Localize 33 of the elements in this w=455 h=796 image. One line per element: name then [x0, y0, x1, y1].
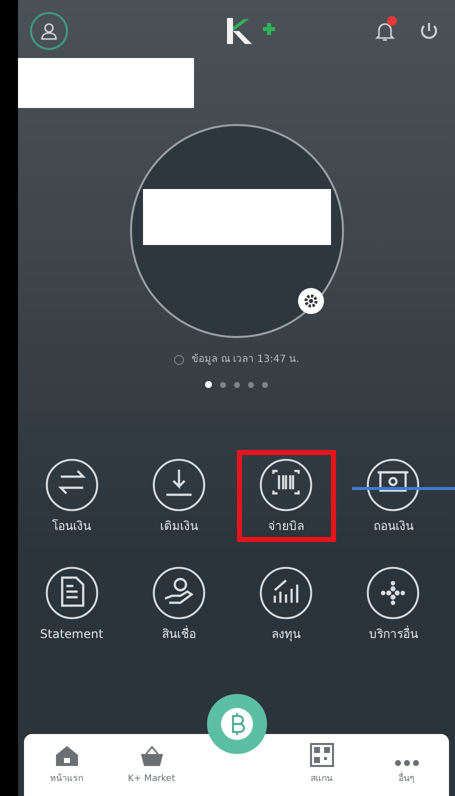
baht-icon [220, 707, 254, 741]
loan-icon [150, 565, 207, 621]
settings-button[interactable] [298, 288, 324, 314]
service-button[interactable]: ลงทุน [236, 558, 336, 650]
timestamp: ข้อมูล ณ เวลา 13:47 น. [192, 352, 300, 367]
nav-tab[interactable]: อื่นๆ [376, 758, 436, 786]
topup-icon [150, 457, 207, 513]
more-icon [365, 565, 422, 621]
settings-icon [302, 293, 318, 309]
basket-icon [138, 744, 164, 766]
service-button[interactable]: สินเชื่อ [129, 558, 228, 650]
service-button[interactable]: โอนเงิน [22, 450, 122, 542]
invest-icon [258, 565, 314, 621]
nav-tab[interactable]: K+ Market [122, 744, 182, 786]
qr-code-icon [310, 742, 334, 766]
refresh-icon[interactable] [174, 354, 184, 364]
withdraw-icon [365, 457, 422, 513]
service-button[interactable]: เติมเงิน [129, 450, 228, 542]
nav-tab[interactable]: สแกน [292, 742, 352, 786]
user-icon [39, 21, 59, 41]
nav-tab[interactable]: หน้าแรก [36, 744, 96, 786]
service-button[interactable]: จ่ายบิล [236, 450, 336, 542]
service-button[interactable]: Statement [22, 558, 122, 650]
service-button[interactable]: บริการอื่น [344, 558, 443, 650]
bell-icon[interactable] [375, 20, 395, 42]
statement-icon [44, 565, 100, 621]
service-button[interactable]: ถอนเงิน [344, 450, 443, 542]
bill-icon [258, 457, 314, 513]
home-icon [54, 744, 78, 766]
power-icon[interactable] [419, 21, 439, 41]
profile-button[interactable] [30, 12, 68, 50]
more-icon [394, 758, 420, 766]
transfer-icon [44, 457, 100, 513]
